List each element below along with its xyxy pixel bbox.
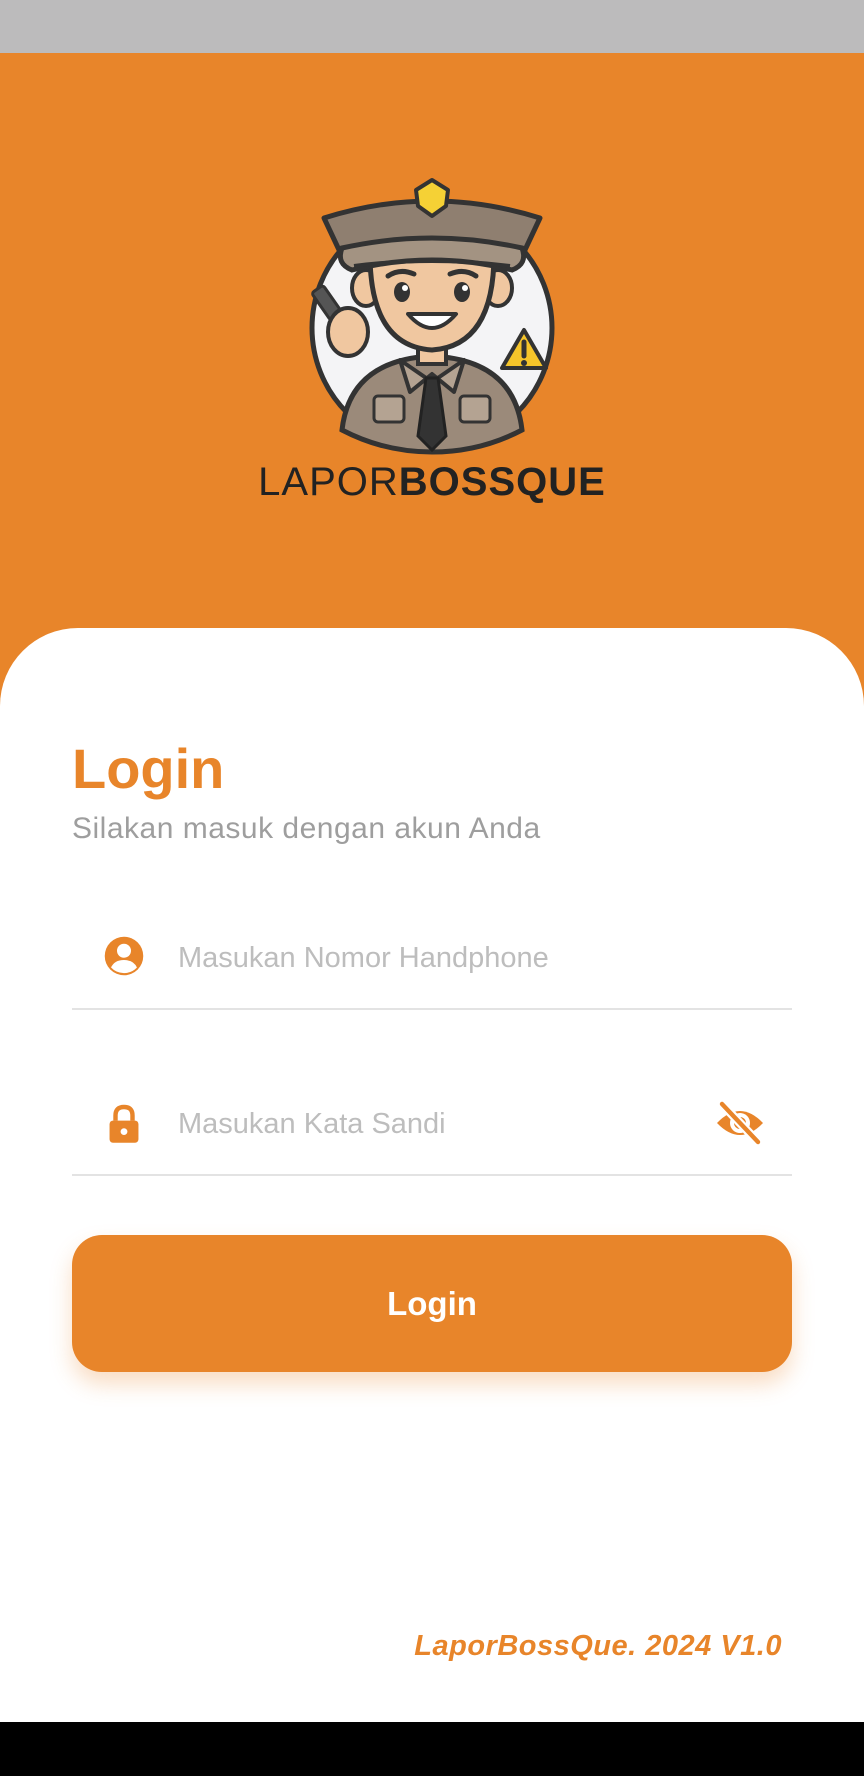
- logo-text-light: LAPOR: [258, 460, 399, 504]
- app-version: LaporBossQue. 2024 V1.0: [414, 1630, 782, 1662]
- police-mascot-illustration: [309, 178, 555, 455]
- status-bar: [0, 0, 864, 53]
- logo-text-bold: BOSSQUE: [398, 460, 606, 504]
- page-subtitle: Silakan masuk dengan akun Anda: [72, 812, 541, 845]
- phone-field: [72, 898, 792, 1010]
- account-circle-icon: [102, 934, 146, 978]
- password-field: [72, 1064, 792, 1176]
- app-logo-wordmark: LAPORBOSSQUE: [250, 460, 614, 505]
- login-button[interactable]: Login: [72, 1235, 792, 1372]
- password-input[interactable]: [178, 1094, 698, 1154]
- page-title: Login: [72, 737, 225, 800]
- app-logo: LAPORBOSSQUE: [250, 160, 614, 530]
- system-nav-bar: [0, 1722, 864, 1776]
- phone-input[interactable]: [178, 928, 698, 988]
- eye-off-icon[interactable]: [714, 1100, 766, 1146]
- lock-icon: [102, 1102, 146, 1146]
